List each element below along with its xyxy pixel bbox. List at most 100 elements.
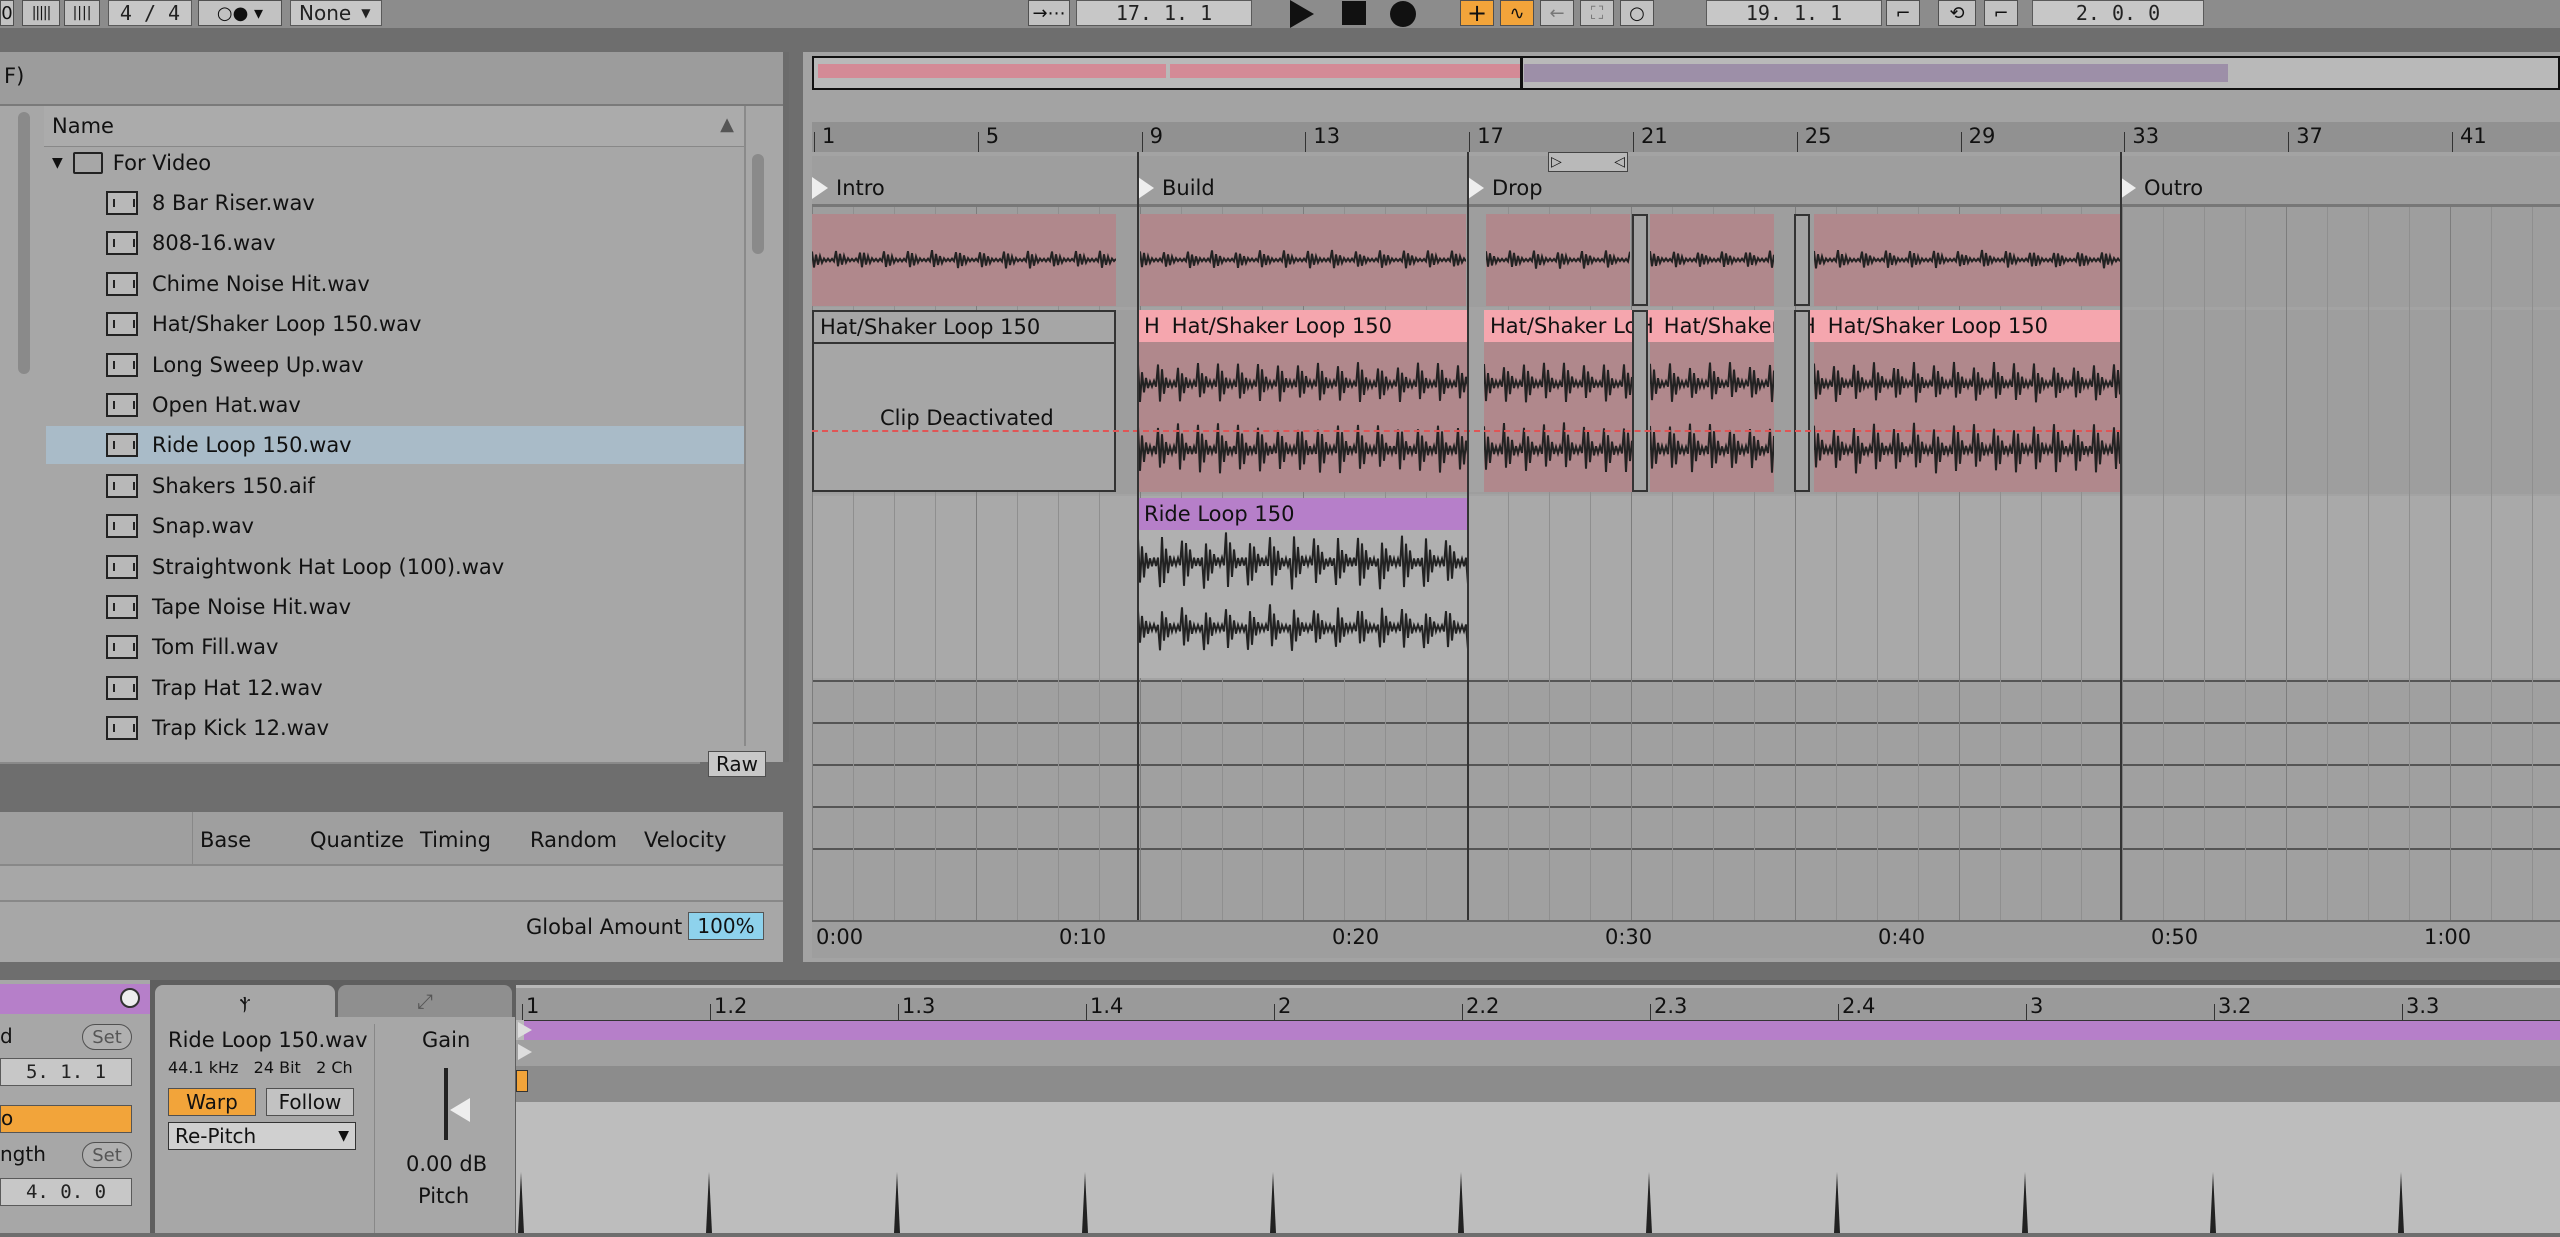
back-to-arrangement-icon[interactable]: ← [1540, 0, 1574, 26]
browser-item[interactable]: Open Hat.wav [46, 386, 744, 424]
locator-outro[interactable]: Outro [2120, 176, 2203, 200]
browser-item[interactable]: Tape Noise Hit.wav [46, 588, 744, 626]
save-icon[interactable] [120, 988, 140, 1008]
warp-button[interactable]: Warp [168, 1088, 256, 1116]
hat-clip-b[interactable]: Hat/Shaker Lo [1484, 310, 1632, 492]
browser-header-label: F) [4, 64, 25, 88]
sample-ruler-tick [1838, 1004, 1839, 1020]
deactivated-clip[interactable]: Hat/Shaker Loop 150 Clip Deactivated [812, 310, 1116, 492]
punch-in-icon[interactable]: ⌐ [1886, 0, 1920, 26]
browser-item[interactable]: Long Sweep Up.wav [46, 346, 744, 384]
overdub-icon[interactable]: + [1460, 0, 1494, 27]
automation-arm-icon[interactable]: ∿ [1500, 0, 1534, 26]
name-column-header[interactable]: Name ▲ [44, 106, 744, 147]
groove-footer [0, 900, 783, 902]
browser-item-label: Open Hat.wav [152, 393, 301, 417]
sample-ruler-label: 2.2 [1466, 994, 1500, 1018]
locator-build[interactable]: Build [1138, 176, 1215, 200]
hat-clip-d[interactable]: HHat/Shaker Loop 150 [1794, 310, 2120, 492]
locator-intro[interactable]: Intro [812, 176, 885, 200]
hat-clip-c[interactable]: HHat/Shaker [1632, 310, 1774, 492]
arrangement-overview[interactable] [812, 56, 2560, 90]
set-start-button[interactable]: Set [82, 1024, 132, 1050]
sample-waveform-area[interactable] [516, 1102, 2560, 1233]
nudge-icon[interactable]: |||| [64, 0, 100, 26]
global-amount-field[interactable]: 100% [688, 912, 764, 940]
metronome-button[interactable]: ○● ▾ [198, 0, 282, 26]
session-record-icon[interactable]: ○ [1620, 0, 1654, 26]
stop-icon[interactable] [1342, 1, 1366, 25]
start-marker-flag[interactable] [516, 1070, 528, 1092]
play-icon[interactable] [1290, 0, 1314, 28]
waveform [1814, 361, 2120, 474]
envelope-tab[interactable]: ⤢ [338, 985, 512, 1017]
clip-length-field[interactable]: 4. 0. 0 [0, 1178, 132, 1206]
set-length-button[interactable]: Set [82, 1142, 132, 1168]
browser-item[interactable]: Tom Fill.wav [46, 628, 744, 666]
loop-brace[interactable]: ▷ ◁ [1548, 152, 1628, 172]
disclosure-triangle-icon[interactable]: ▼ [52, 155, 63, 171]
gain-slider[interactable] [444, 1068, 448, 1140]
loop-toggle[interactable]: o [0, 1105, 132, 1133]
sample-ruler-tick [710, 1004, 711, 1020]
browser-scrollbar[interactable] [752, 154, 764, 254]
punch-out-icon[interactable]: ⌐ [1984, 0, 2018, 26]
automation-clip-3[interactable] [1486, 214, 1630, 306]
loop-length-display[interactable]: 2. 0. 0 [2032, 0, 2204, 26]
browser-item[interactable]: Ride Loop 150.wav [46, 426, 744, 465]
time-label: 0:50 [2151, 925, 2199, 949]
waveform-strip [1140, 249, 1466, 269]
bar-number: 25 [1804, 124, 1832, 148]
sample-loop-bar[interactable] [524, 1020, 2560, 1042]
automation-clip-2[interactable] [1140, 214, 1466, 306]
sample-start-marker-icon[interactable] [518, 1022, 532, 1038]
browser-item[interactable]: 808-16.wav [46, 224, 744, 262]
locator-label: Intro [836, 176, 885, 200]
arrangement-position-display[interactable]: 17. 1. 1 [1076, 0, 1252, 26]
capture-icon[interactable]: ⛶ [1580, 0, 1614, 26]
quantize-select[interactable]: None ▼ [290, 0, 382, 26]
groove-header-random: Random [530, 828, 617, 852]
automation-clip-5[interactable] [1814, 214, 2120, 306]
deactivated-clip-header: Hat/Shaker Loop 150 [814, 312, 1114, 344]
sample-panel-divider [374, 1024, 375, 1233]
browser-item[interactable]: Shakers 150.aif [46, 467, 744, 505]
hat-clip-a-waveform [1138, 342, 1468, 492]
hat-clip-a[interactable]: H Hat/Shaker Loop 150 [1138, 310, 1468, 492]
follow-icon[interactable]: →⋯ [1028, 0, 1070, 26]
browser-item[interactable]: Hat/Shaker Loop 150.wav [46, 305, 744, 343]
gain-slider-thumb[interactable] [450, 1098, 470, 1122]
track-empty-1 [812, 680, 2560, 722]
browser-item[interactable]: 8 Bar Riser.wav [46, 184, 744, 222]
clip-start-field[interactable]: 5. 1. 1 [0, 1058, 132, 1086]
locator-drop[interactable]: Drop [1468, 176, 1543, 200]
metronome-pattern-button[interactable]: 0 [0, 0, 14, 26]
sample-start-marker-icon[interactable] [518, 1044, 532, 1060]
sample-editor-ruler[interactable] [516, 988, 2560, 1020]
automation-clip-1[interactable] [812, 214, 1116, 306]
locator-lane[interactable] [812, 156, 2560, 204]
ride-clip[interactable]: Ride Loop 150 [1138, 498, 1468, 678]
overview-playhead [1520, 58, 1523, 88]
folder-row[interactable]: ▼ For Video [52, 146, 211, 180]
grid-line [2245, 207, 2247, 920]
record-icon[interactable] [1390, 1, 1416, 27]
tap-tempo-icon[interactable]: ||||| [22, 0, 60, 26]
loop-start-display[interactable]: 19. 1. 1 [1706, 0, 1882, 26]
locator-flag-icon [2120, 177, 2136, 199]
browser-item[interactable]: Straightwonk Hat Loop (100).wav [46, 548, 744, 586]
time-label: 0:10 [1059, 925, 1107, 949]
time-signature-display[interactable]: 4 / 4 [108, 0, 192, 26]
warp-mode-select[interactable]: Re-Pitch ▼ [168, 1122, 356, 1150]
automation-clip-4[interactable] [1650, 214, 1774, 306]
raw-button[interactable]: Raw [708, 751, 766, 777]
browser-item[interactable]: Trap Hat 12.wav [46, 669, 744, 707]
browser-item[interactable]: Snap.wav [46, 507, 744, 545]
browser-item[interactable]: Trap Kick 12.wav [46, 709, 744, 747]
browser-item[interactable]: Chime Noise Hit.wav [46, 265, 744, 303]
bar-tick-mark [977, 132, 979, 152]
browser-scrollbar-left[interactable] [18, 112, 30, 374]
follow-button[interactable]: Follow [266, 1088, 354, 1116]
loop-switch-icon[interactable]: ⟲ [1938, 0, 1976, 26]
sample-tab[interactable]: ⲯ [155, 985, 335, 1017]
